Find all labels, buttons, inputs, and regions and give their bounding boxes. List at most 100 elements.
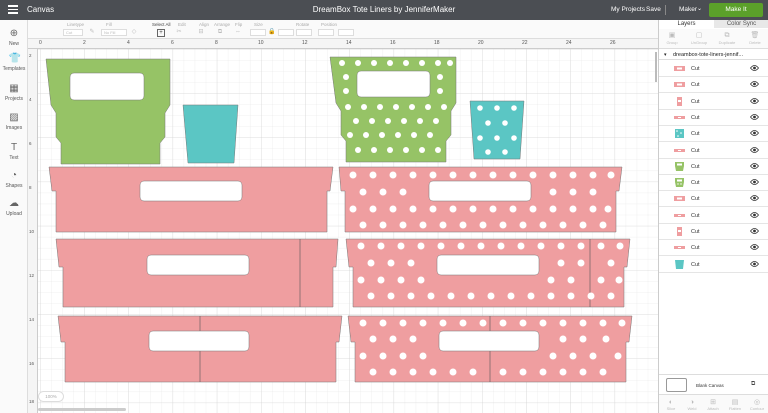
eye-icon[interactable] bbox=[749, 113, 760, 121]
linetype-select[interactable]: Cut bbox=[63, 29, 83, 36]
duplicate-button[interactable]: ⧉ Duplicate bbox=[717, 32, 737, 45]
layer-row[interactable]: Cut bbox=[659, 159, 768, 175]
save-link[interactable]: Save bbox=[646, 6, 661, 13]
eye-icon[interactable] bbox=[749, 97, 760, 105]
zoom-control[interactable]: 100% bbox=[38, 391, 64, 402]
eye-icon[interactable] bbox=[749, 260, 760, 268]
layer-group-row[interactable]: ▾ dreambox-tote-liners-jennif... bbox=[659, 50, 768, 60]
eye-icon[interactable] bbox=[749, 129, 760, 137]
width-input[interactable] bbox=[250, 29, 266, 36]
layer-row[interactable]: Cut bbox=[659, 191, 768, 208]
design-canvas[interactable] bbox=[28, 39, 658, 413]
group-button[interactable]: ▣ Group bbox=[662, 32, 682, 45]
make-it-button[interactable]: Make It bbox=[709, 3, 763, 17]
ungroup-button[interactable]: ▢ UnGroup bbox=[689, 32, 709, 45]
layer-thumbnail bbox=[674, 259, 685, 269]
ruler-label: 16 bbox=[29, 361, 35, 366]
layer-thumbnail bbox=[674, 194, 685, 203]
weld-button[interactable]: ◑ Weld bbox=[682, 399, 702, 411]
my-projects-link[interactable]: My Projects bbox=[611, 6, 645, 13]
attach-button[interactable]: ⊞ Attach bbox=[703, 399, 723, 411]
pink-band-liner-1[interactable] bbox=[48, 166, 334, 233]
eye-icon[interactable] bbox=[749, 64, 760, 72]
images-button[interactable]: ▨ Images bbox=[0, 112, 28, 131]
upload-button[interactable]: ☁ Upload bbox=[0, 198, 28, 217]
chevron-down-icon[interactable]: ▾ bbox=[664, 52, 667, 58]
toolbar-edit-label: Edit bbox=[178, 22, 186, 27]
layer-row[interactable]: Cut bbox=[659, 143, 768, 159]
top-ruler: 0 2 4 6 8 10 12 14 16 18 20 22 24 26 bbox=[28, 39, 658, 49]
tab-layers[interactable]: Layers bbox=[659, 21, 714, 27]
teal-dotted-cup-liner[interactable] bbox=[469, 100, 525, 160]
copy-icon[interactable]: ⧉ bbox=[751, 381, 755, 388]
templates-button[interactable]: 👕 Templates bbox=[0, 53, 28, 72]
pink-band-liner-3[interactable] bbox=[57, 315, 343, 383]
horizontal-scrollbar[interactable] bbox=[38, 408, 126, 411]
trash-icon: 🗑 bbox=[750, 32, 760, 39]
chevron-down-icon[interactable]: ⌄ bbox=[697, 5, 702, 12]
blank-canvas-swatch[interactable] bbox=[666, 378, 687, 392]
fill-select[interactable]: No Fill bbox=[101, 29, 127, 36]
pink-dotted-band-liner-2[interactable] bbox=[345, 238, 631, 308]
arrange-icon[interactable]: ⧉ bbox=[216, 29, 224, 36]
align-icon[interactable]: ⊟ bbox=[197, 29, 205, 36]
layer-row[interactable]: Cut bbox=[659, 126, 768, 143]
ruler-label: 10 bbox=[29, 229, 35, 234]
scissors-icon[interactable]: ✂ bbox=[175, 29, 183, 36]
height-input[interactable] bbox=[278, 29, 294, 36]
green-dotted-tote-liner[interactable] bbox=[329, 56, 457, 163]
eye-icon[interactable] bbox=[749, 178, 760, 186]
eye-icon[interactable] bbox=[749, 194, 760, 202]
eye-icon[interactable] bbox=[749, 146, 760, 154]
layer-thumbnail bbox=[674, 96, 685, 106]
contour-button[interactable]: ◎ Contour bbox=[747, 399, 767, 411]
layer-row[interactable]: Cut bbox=[659, 77, 768, 94]
lock-icon[interactable]: 🔒 bbox=[268, 29, 276, 36]
select-all-button[interactable]: + bbox=[157, 29, 165, 37]
layer-thumbnail bbox=[674, 113, 685, 122]
ruler-label: 8 bbox=[215, 40, 218, 46]
eye-icon[interactable] bbox=[749, 162, 760, 170]
flatten-button[interactable]: ▤ Flatten bbox=[725, 399, 745, 411]
delete-button[interactable]: 🗑 Delete bbox=[745, 32, 765, 45]
projects-button[interactable]: ▦ Projects bbox=[0, 83, 28, 102]
y-position-input[interactable] bbox=[338, 29, 354, 36]
tab-color-sync[interactable]: Color Sync bbox=[714, 20, 768, 28]
new-button[interactable]: ⊕ New bbox=[0, 28, 28, 47]
rotate-input[interactable] bbox=[296, 29, 312, 36]
eye-icon[interactable] bbox=[749, 243, 760, 251]
eye-icon[interactable] bbox=[749, 227, 760, 235]
ruler-label: 26 bbox=[610, 40, 616, 46]
toolbar-fill-label: Fill bbox=[106, 22, 112, 27]
layer-row[interactable]: Cut bbox=[659, 61, 768, 77]
blank-canvas-row[interactable]: Blank Canvas ⧉ bbox=[659, 374, 768, 394]
flip-icon[interactable]: ⇔ bbox=[234, 29, 242, 36]
machine-select[interactable]: Maker bbox=[679, 6, 697, 13]
layer-label: Cut bbox=[691, 98, 700, 105]
toolbar-flip-label: Flip bbox=[235, 22, 243, 27]
layer-row[interactable]: Cut bbox=[659, 240, 768, 257]
fill-swatch-icon[interactable]: ◇ bbox=[130, 29, 138, 36]
slice-button[interactable]: ◐ Slice bbox=[661, 399, 681, 411]
green-tote-liner[interactable] bbox=[45, 58, 171, 165]
pink-dotted-band-liner-1[interactable] bbox=[338, 166, 623, 233]
canvas-artwork[interactable] bbox=[28, 39, 658, 413]
eye-icon[interactable] bbox=[749, 211, 760, 219]
shapes-button[interactable]: ◔ Shapes bbox=[0, 170, 28, 189]
eye-icon[interactable] bbox=[749, 80, 760, 88]
pink-dotted-band-liner-3[interactable] bbox=[347, 315, 633, 383]
layer-row[interactable]: Cut bbox=[659, 110, 768, 126]
x-position-input[interactable] bbox=[318, 29, 334, 36]
layer-row[interactable]: Cut bbox=[659, 208, 768, 224]
layer-row[interactable]: Cut bbox=[659, 224, 768, 240]
layer-row[interactable]: Cut bbox=[659, 94, 768, 110]
pen-icon[interactable]: ✎ bbox=[88, 29, 96, 36]
layer-row[interactable]: Cut bbox=[659, 257, 768, 273]
edit-toolbar: Linetype Cut ✎ Fill No Fill ◇ Select All… bbox=[28, 20, 658, 39]
pink-band-liner-2[interactable] bbox=[55, 238, 339, 308]
blank-canvas-label: Blank Canvas bbox=[696, 383, 724, 388]
text-button[interactable]: T Text bbox=[0, 142, 28, 161]
teal-cup-liner[interactable] bbox=[182, 104, 239, 164]
vertical-scrollbar[interactable] bbox=[655, 52, 657, 82]
layer-row[interactable]: Cut bbox=[659, 175, 768, 192]
